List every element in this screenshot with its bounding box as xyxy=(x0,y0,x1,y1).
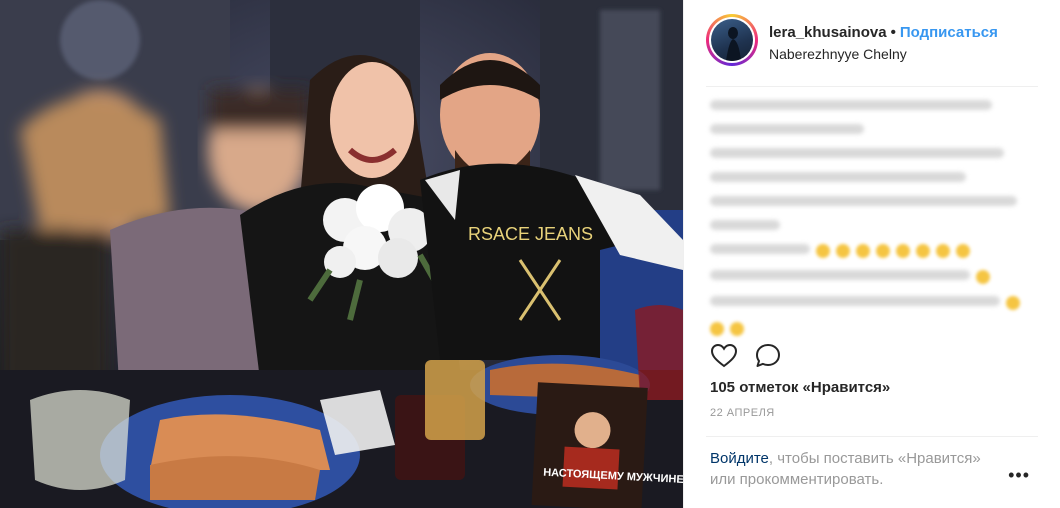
instagram-post: RSACE JEANS НАСТОЯЩЕМУ МУЖЧИНЕ lera_khus… xyxy=(0,0,1060,508)
caption-blurred xyxy=(710,100,1030,348)
post-photo[interactable]: RSACE JEANS НАСТОЯЩЕМУ МУЖЧИНЕ xyxy=(0,0,683,508)
caption-line xyxy=(710,172,966,182)
caption-emoji-row xyxy=(710,296,1030,310)
emoji-icon xyxy=(1006,296,1020,310)
emoji-icon xyxy=(710,322,724,336)
caption-line xyxy=(710,220,781,230)
login-divider xyxy=(706,436,1038,437)
emoji-icon xyxy=(956,244,970,258)
emoji-icon xyxy=(730,322,744,336)
heart-icon[interactable] xyxy=(710,342,738,370)
caption-line xyxy=(710,100,992,110)
caption-emoji-row xyxy=(710,322,1030,336)
emoji-icon xyxy=(816,244,830,258)
tshirt-text: RSACE JEANS xyxy=(468,224,593,244)
emoji-icon xyxy=(856,244,870,258)
caption-line xyxy=(710,244,810,254)
caption-line xyxy=(710,148,1005,158)
caption-line xyxy=(710,124,864,134)
emoji-icon xyxy=(916,244,930,258)
likes-count[interactable]: 105 отметок «Нравится» xyxy=(710,379,890,396)
more-options-button[interactable]: ••• xyxy=(1008,466,1030,484)
emoji-icon xyxy=(976,270,990,284)
photo-illustration: RSACE JEANS НАСТОЯЩЕМУ МУЖЧИНЕ xyxy=(0,0,683,508)
emoji-icon xyxy=(876,244,890,258)
username-line: lera_khusainova • Подписаться xyxy=(769,24,998,41)
caption-line xyxy=(710,196,1018,206)
avatar-ring xyxy=(709,17,755,63)
emoji-icon xyxy=(896,244,910,258)
separator-dot: • xyxy=(890,24,896,41)
location-link[interactable]: Naberezhnyye Chelny xyxy=(769,46,907,62)
caption-line xyxy=(710,270,970,280)
post-date: 22 АПРЕЛЯ xyxy=(710,407,775,419)
avatar-silhouette xyxy=(726,27,741,61)
username-link[interactable]: lera_khusainova xyxy=(769,24,887,41)
post-header: lera_khusainova • Подписаться Naberezhnyye… xyxy=(706,14,1040,72)
caption-line xyxy=(710,296,1000,306)
avatar[interactable] xyxy=(706,14,758,66)
login-link[interactable]: Войдите xyxy=(710,450,769,467)
login-prompt: Войдите, чтобы поставить «Нравится» или … xyxy=(710,448,1010,490)
emoji-icon xyxy=(936,244,950,258)
avatar-image xyxy=(711,19,753,61)
comment-icon[interactable] xyxy=(754,342,782,370)
caption-emoji-row xyxy=(710,244,1030,258)
caption-emoji-row xyxy=(710,270,1030,284)
header-divider xyxy=(706,86,1038,87)
post-sidebar: lera_khusainova • Подписаться Naberezhnyye… xyxy=(683,0,1060,508)
follow-button[interactable]: Подписаться xyxy=(900,24,998,41)
emoji-icon xyxy=(836,244,850,258)
